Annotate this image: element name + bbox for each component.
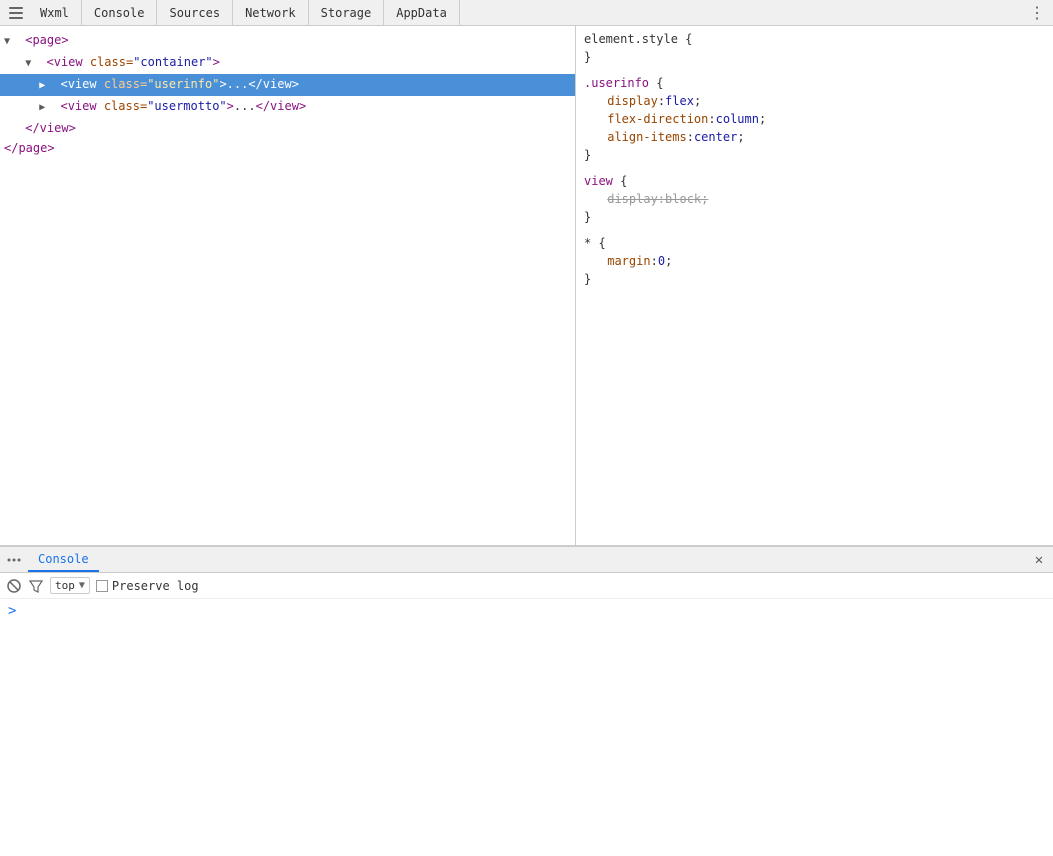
triangle-container[interactable]: ▼ bbox=[25, 55, 39, 73]
triangle-usermotto[interactable]: ▶ bbox=[39, 99, 53, 117]
xml-line-page-close[interactable]: </page> bbox=[0, 138, 575, 158]
css-val-margin-0: 0 bbox=[658, 254, 665, 268]
css-view-selector-text: view bbox=[584, 174, 613, 188]
tab-appdata[interactable]: AppData bbox=[384, 0, 460, 26]
filter-button[interactable] bbox=[28, 578, 44, 594]
xml-line-page[interactable]: ▼ <page> bbox=[0, 30, 575, 52]
css-view-display: display:block; bbox=[584, 190, 1045, 208]
attr-class-container: class= bbox=[90, 55, 133, 69]
tag-userinfo-open: <view bbox=[60, 77, 96, 91]
attr-value-usermotto: "usermotto" bbox=[147, 99, 226, 113]
xml-line-view-close[interactable]: </view> bbox=[0, 118, 575, 138]
console-close-button[interactable]: ✕ bbox=[1029, 550, 1049, 570]
css-brace-close-1: } bbox=[584, 50, 591, 64]
attr-value-userinfo: "userinfo" bbox=[147, 77, 219, 91]
css-prop-align-items: align-items bbox=[607, 130, 686, 144]
css-val-center: center bbox=[694, 130, 737, 144]
tag-usermotto-bracket: > bbox=[227, 99, 234, 113]
xml-line-usermotto[interactable]: ▶ <view class="usermotto">...</view> bbox=[0, 96, 575, 118]
attr-class-usermotto: class= bbox=[104, 99, 147, 113]
css-prop-flex-direction: flex-direction bbox=[607, 112, 708, 126]
tag-userinfo-bracket: > bbox=[219, 77, 226, 91]
css-userinfo-flex-direction: flex-direction:column; bbox=[584, 110, 1045, 128]
css-userinfo-selector: .userinfo { bbox=[584, 74, 1045, 92]
preserve-log-checkbox[interactable] bbox=[96, 580, 108, 592]
css-brace-close-3: } bbox=[584, 210, 591, 224]
devtools-icon[interactable] bbox=[4, 1, 28, 25]
xml-line-userinfo[interactable]: ▶ <view class="userinfo">...</view> bbox=[0, 74, 575, 96]
triangle-page[interactable]: ▼ bbox=[4, 33, 18, 51]
tag-usermotto-end: </view> bbox=[256, 99, 307, 113]
css-val-flex: flex bbox=[665, 94, 694, 108]
tag-page-open: <page> bbox=[25, 33, 68, 47]
css-star-margin: margin:0; bbox=[584, 252, 1045, 270]
tab-bar: Wxml Console Sources Network Storage App… bbox=[0, 0, 1053, 26]
css-brace-close-4: } bbox=[584, 272, 591, 286]
usermotto-ellipsis: ... bbox=[234, 99, 256, 113]
console-content[interactable]: > bbox=[0, 599, 1053, 856]
prompt-arrow: > bbox=[8, 603, 16, 619]
clear-console-button[interactable] bbox=[6, 578, 22, 594]
tag-view-close: </view> bbox=[25, 121, 76, 135]
console-section: Console ✕ top ▼ Preserve log > bbox=[0, 546, 1053, 856]
more-button[interactable]: ⋮ bbox=[1025, 1, 1049, 25]
userinfo-ellipsis: ... bbox=[227, 77, 249, 91]
preserve-log-label: Preserve log bbox=[112, 579, 199, 593]
tab-console-bottom[interactable]: Console bbox=[28, 548, 99, 572]
css-star-close: } bbox=[584, 270, 1045, 288]
css-userinfo-open-brace: { bbox=[649, 76, 663, 90]
console-tab-bar: Console ✕ bbox=[0, 547, 1053, 573]
css-userinfo-close: } bbox=[584, 146, 1045, 164]
tag-usermotto-open: <view bbox=[60, 99, 96, 113]
main-content: ▼ <page> ▼ <view class="container"> ▶ <v… bbox=[0, 26, 1053, 546]
console-prompt[interactable]: > bbox=[8, 603, 1045, 619]
xml-line-container[interactable]: ▼ <view class="container"> bbox=[0, 52, 575, 74]
css-brace-close-2: } bbox=[584, 148, 591, 162]
css-val-column: column bbox=[716, 112, 759, 126]
css-prop-display: display bbox=[607, 94, 658, 108]
css-userinfo-align-items: align-items:center; bbox=[584, 128, 1045, 146]
attr-value-container: "container" bbox=[133, 55, 212, 69]
console-dots-button[interactable] bbox=[4, 550, 24, 570]
tag-view-close-bracket: > bbox=[213, 55, 220, 69]
tab-console[interactable]: Console bbox=[82, 0, 158, 26]
tab-storage[interactable]: Storage bbox=[309, 0, 385, 26]
css-element-style-selector: element.style { bbox=[584, 30, 1045, 48]
tab-sources[interactable]: Sources bbox=[157, 0, 233, 26]
context-arrow: ▼ bbox=[79, 580, 85, 591]
css-star-selector-text: * { bbox=[584, 236, 606, 250]
css-userinfo-display: display:flex; bbox=[584, 92, 1045, 110]
css-view-selector: view { bbox=[584, 172, 1045, 190]
triangle-userinfo[interactable]: ▶ bbox=[39, 77, 53, 95]
css-userinfo-selector-text: .userinfo bbox=[584, 76, 649, 90]
xml-panel: ▼ <page> ▼ <view class="container"> ▶ <v… bbox=[0, 26, 576, 545]
preserve-log-area: Preserve log bbox=[96, 579, 199, 593]
css-panel: element.style { } .userinfo { display:fl… bbox=[576, 26, 1053, 545]
css-view-close: } bbox=[584, 208, 1045, 226]
css-element-style-text: element.style { bbox=[584, 32, 692, 46]
tag-page-close: </page> bbox=[4, 141, 55, 155]
tab-wxml[interactable]: Wxml bbox=[28, 0, 82, 26]
tab-network[interactable]: Network bbox=[233, 0, 309, 26]
tab-bar-end: ⋮ bbox=[1025, 1, 1053, 25]
css-element-style-close: } bbox=[584, 48, 1045, 66]
css-star-selector: * { bbox=[584, 234, 1045, 252]
tag-userinfo-end: </view> bbox=[248, 77, 299, 91]
console-toolbar: top ▼ Preserve log bbox=[0, 573, 1053, 599]
css-prop-margin: margin bbox=[607, 254, 650, 268]
context-selector[interactable]: top ▼ bbox=[50, 577, 90, 594]
tag-view-open: <view bbox=[46, 55, 82, 69]
css-prop-display-block: display:block; bbox=[607, 192, 708, 206]
context-label: top bbox=[55, 579, 75, 592]
attr-class-userinfo: class= bbox=[104, 77, 147, 91]
